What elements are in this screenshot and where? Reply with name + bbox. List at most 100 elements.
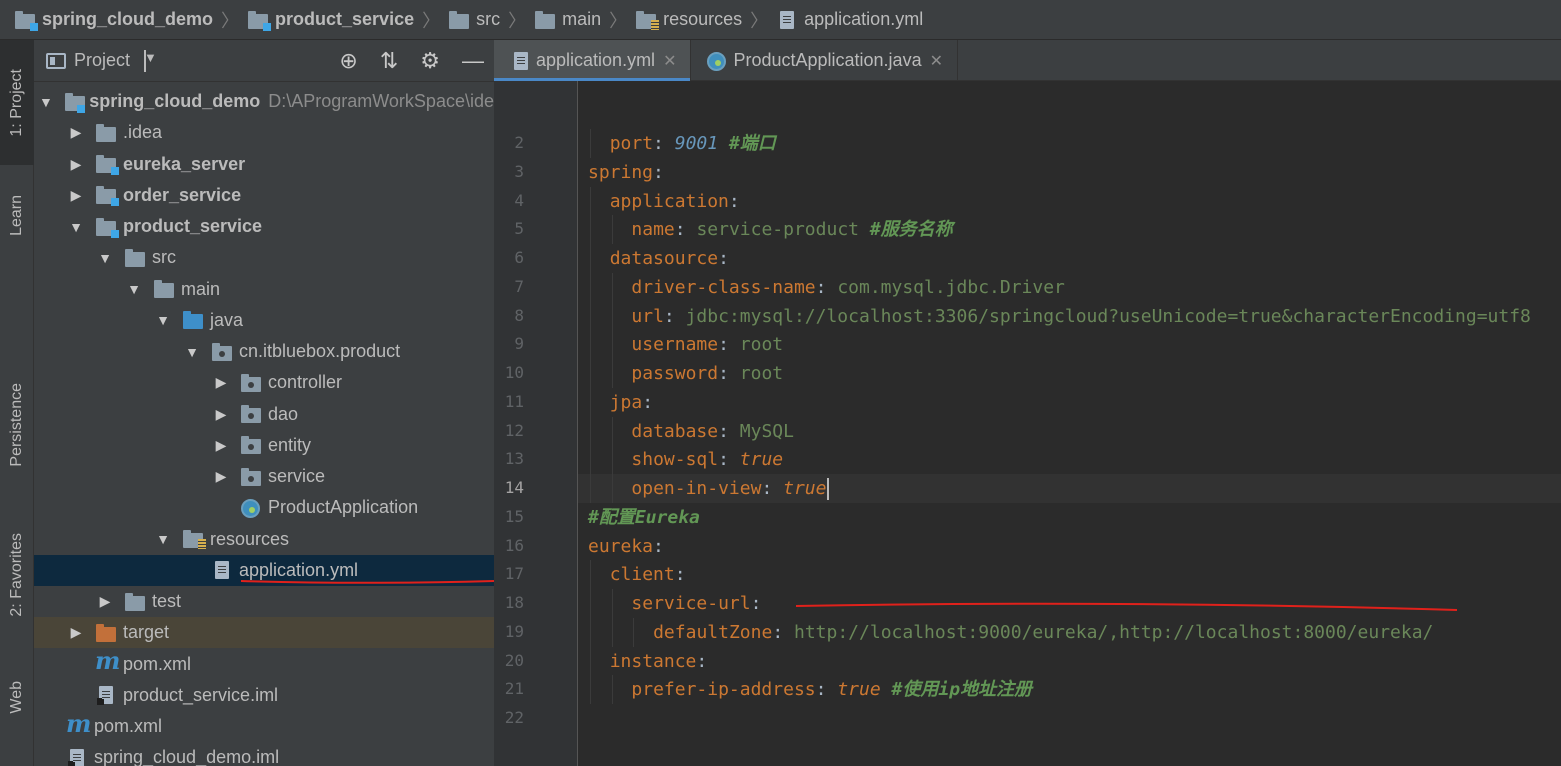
resources-folder-icon	[635, 10, 660, 30]
code-token: driver-class-name	[631, 276, 816, 298]
tree-item[interactable]: ▶ target	[34, 617, 494, 649]
indent-guide	[611, 617, 613, 647]
code-token: #服务名称	[869, 219, 953, 241]
chevron-down-icon[interactable]: ▼	[67, 219, 85, 235]
tree-item[interactable]: ▶ order_service	[34, 180, 494, 211]
indent-guide	[611, 445, 613, 474]
chevron-down-icon[interactable]: ▼	[154, 312, 172, 328]
chevron-right-icon[interactable]: ▶	[67, 187, 85, 204]
code-line[interactable]: #配置Eureka	[588, 503, 700, 532]
breadcrumb-item[interactable]: product_service	[247, 9, 414, 31]
tree-item[interactable]: ▼ spring_cloud_demo D:\AProgramWorkSpace\i…	[34, 86, 494, 117]
tree-item[interactable]: ▼ cn.itbluebox.product	[34, 336, 494, 367]
web-tool-label: Web	[8, 681, 25, 714]
code-line[interactable]: application:	[588, 187, 740, 216]
tree-item[interactable]: ▶ controller	[34, 367, 494, 398]
tree-item[interactable]: ▼ java	[34, 305, 494, 336]
line-number: 2	[514, 133, 524, 152]
breadcrumb-item[interactable]: src	[448, 9, 500, 30]
code-line[interactable]: jpa:	[588, 388, 653, 417]
collapse-all-icon[interactable]: ⇅	[380, 48, 398, 74]
code-token: service-product	[696, 219, 859, 241]
code-line[interactable]: eureka:	[588, 532, 664, 561]
code-token: application	[609, 190, 729, 212]
code-line[interactable]: instance:	[588, 647, 708, 676]
tree-item[interactable]: ▶ProductApplication	[34, 492, 494, 523]
chevron-right-icon[interactable]: ▶	[212, 406, 230, 423]
line-number: 15	[504, 506, 524, 526]
tree-item[interactable]: ▶mpom.xml	[34, 646, 494, 680]
resources-folder-icon	[182, 529, 206, 549]
chevron-right-icon[interactable]: ▶	[212, 468, 230, 485]
tree-item[interactable]: ▶ test	[34, 586, 494, 617]
indent-guide	[590, 617, 591, 647]
chevron-right-icon[interactable]: ▶	[212, 437, 230, 454]
locate-icon[interactable]: ⊕	[339, 48, 357, 74]
code-line[interactable]: username: root	[588, 330, 783, 359]
tree-item-label: .idea	[123, 122, 163, 143]
chevron-down-icon[interactable]: ▼	[183, 344, 201, 360]
web-tool-button[interactable]: Web	[0, 660, 34, 735]
tree-item[interactable]: ▼ product_service	[34, 211, 494, 242]
tree-item[interactable]: ▼ src	[34, 242, 494, 273]
persistence-tool-button[interactable]: Persistence	[0, 360, 34, 490]
chevron-right-icon[interactable]: ▶	[67, 624, 85, 641]
code-line[interactable]: driver-class-name: com.mysql.jdbc.Driver	[588, 273, 1065, 302]
chevron-down-icon[interactable]: ▼	[154, 531, 172, 547]
code-line[interactable]: show-sql: true	[588, 445, 783, 474]
breadcrumb-item[interactable]: spring_cloud_demo	[14, 9, 213, 31]
code-line[interactable]: prefer-ip-address: true #使用ip地址注册	[588, 675, 1032, 704]
code-line[interactable]: service-url:	[588, 589, 761, 618]
code-line[interactable]: client:	[588, 560, 686, 589]
tree-item[interactable]: ▶mpom.xml	[34, 709, 494, 742]
chevron-right-icon[interactable]: ▶	[212, 374, 230, 391]
chevron-down-icon[interactable]: ▼	[38, 94, 54, 110]
line-number: 6	[514, 248, 524, 267]
tree-item[interactable]: ▶ entity	[34, 430, 494, 461]
project-tool-button[interactable]: 1: Project	[0, 40, 34, 165]
chevron-right-icon[interactable]: ▶	[67, 156, 85, 173]
tree-item[interactable]: ▼ resources	[34, 524, 494, 555]
chevron-down-icon[interactable]: ▼	[125, 281, 143, 297]
breadcrumb-item[interactable]: resources	[635, 9, 742, 30]
chevron-down-icon[interactable]: ▼	[144, 49, 157, 72]
code-line[interactable]: spring:	[588, 158, 664, 187]
code-line[interactable]: open-in-view: true	[588, 474, 830, 503]
tree-item[interactable]: ▶product_service.iml	[34, 680, 494, 711]
tree-item[interactable]: ▼ main	[34, 274, 494, 305]
tree-item-label: order_service	[123, 184, 242, 205]
line-number: 8	[514, 305, 524, 325]
chevron-right-icon[interactable]: ▶	[96, 593, 114, 610]
breadcrumb-item[interactable]: main	[534, 9, 601, 30]
code-line[interactable]: database: MySQL	[588, 417, 794, 446]
editor-tab[interactable]: application.yml ✕	[494, 40, 692, 81]
maven-icon: m	[95, 646, 121, 675]
code-line[interactable]: port: 9001 #端口	[588, 129, 776, 158]
gear-icon[interactable]: ⚙	[420, 48, 440, 74]
folder-icon	[95, 123, 117, 143]
code-line[interactable]: password: root	[588, 359, 783, 388]
code-line[interactable]: defaultZone: http://localhost:9000/eurek…	[588, 618, 1433, 647]
editor-tab[interactable]: ProductApplication.java ✕	[691, 40, 958, 81]
minimize-icon[interactable]: —	[462, 48, 484, 74]
tree-item[interactable]: ▶ eureka_server	[34, 149, 494, 180]
tree-item-label: spring_cloud_demo.iml	[94, 747, 280, 766]
project-view-title[interactable]: Project	[74, 50, 130, 71]
line-number: 5	[514, 219, 524, 239]
project-view-icon	[46, 52, 66, 69]
tree-item[interactable]: ▶ dao	[34, 399, 494, 430]
close-icon[interactable]: ✕	[663, 51, 676, 71]
code-line[interactable]: datasource:	[588, 244, 729, 273]
breadcrumb-item[interactable]: application.yml	[776, 9, 923, 30]
favorites-tool-button[interactable]: 2: Favorites	[0, 510, 34, 640]
module-folder-icon	[95, 185, 119, 207]
code-line[interactable]: url: jdbc:mysql://localhost:3306/springc…	[588, 302, 1530, 331]
tree-item[interactable]: ▶ .idea	[34, 117, 494, 148]
tree-item[interactable]: ▶spring_cloud_demo.iml	[34, 742, 494, 766]
learn-tool-button[interactable]: Learn	[0, 175, 34, 255]
chevron-right-icon[interactable]: ▶	[67, 124, 85, 141]
tree-item[interactable]: ▶ service	[34, 461, 494, 492]
close-icon[interactable]: ✕	[930, 51, 943, 71]
chevron-down-icon[interactable]: ▼	[96, 250, 114, 266]
code-line[interactable]: name: service-product #服务名称	[588, 215, 953, 244]
